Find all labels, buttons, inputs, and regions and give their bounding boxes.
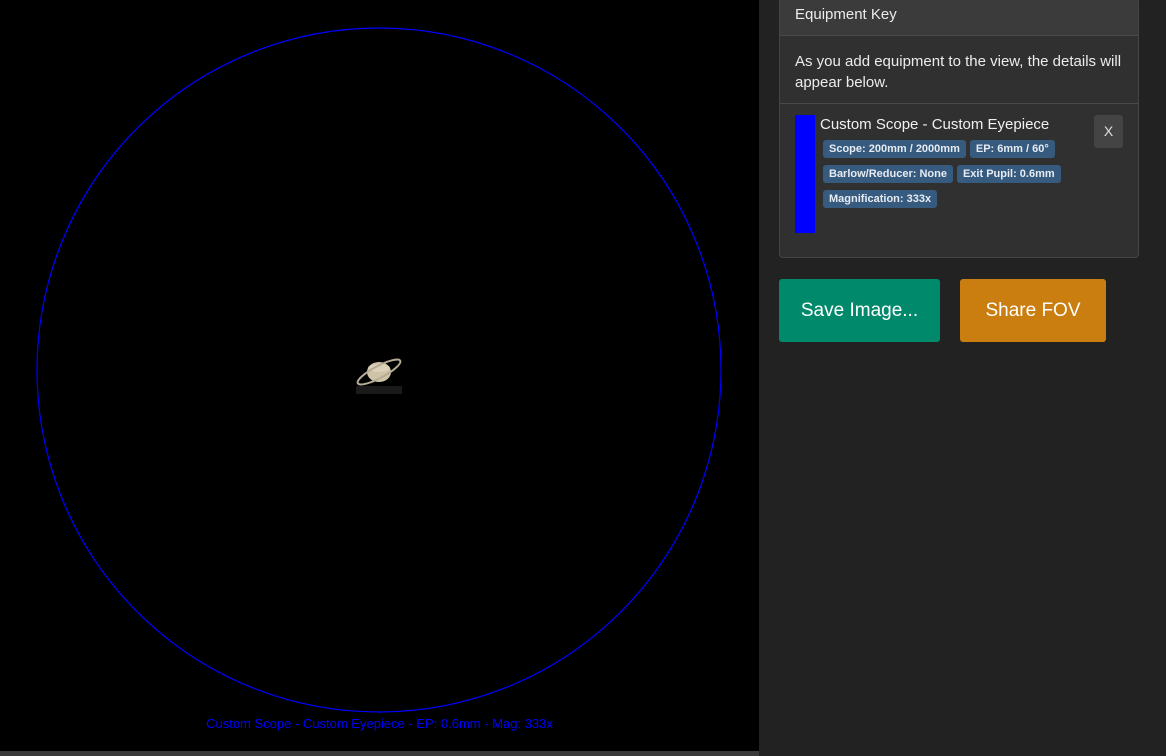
magnification-badge: Magnification: 333x	[823, 190, 938, 208]
equipment-badges: Scope: 200mm / 2000mm EP: 6mm / 60° Barlo…	[823, 139, 1073, 214]
fov-caption: Custom Scope - Custom Eyepiece - EP: 0.6…	[206, 716, 553, 731]
canvas-scrollbar[interactable]	[0, 751, 759, 756]
equipment-color-swatch	[795, 115, 815, 233]
equipment-item: Custom Scope - Custom Eyepiece Scope: 20…	[780, 104, 1138, 244]
scope-badge: Scope: 200mm / 2000mm	[823, 140, 966, 158]
remove-equipment-button[interactable]: X	[1094, 115, 1123, 148]
share-fov-button[interactable]: Share FOV	[960, 279, 1106, 342]
saturn-icon	[356, 358, 402, 394]
fov-view	[36, 27, 722, 713]
equipment-item-name: Custom Scope - Custom Eyepiece	[820, 116, 1050, 133]
equipment-key-title: Equipment Key	[795, 6, 897, 23]
exit-pupil-badge: Exit Pupil: 0.6mm	[956, 165, 1061, 183]
equipment-key-panel: Equipment Key As you add equipment to th…	[779, 0, 1139, 258]
eyepiece-badge: EP: 6mm / 60°	[969, 140, 1055, 158]
save-image-button[interactable]: Save Image...	[779, 279, 940, 342]
barlow-badge: Barlow/Reducer: None	[823, 165, 953, 183]
equipment-key-header: Equipment Key	[780, 0, 1138, 36]
equipment-key-intro: As you add equipment to the view, the de…	[780, 36, 1138, 104]
fov-canvas: Custom Scope - Custom Eyepiece - EP: 0.6…	[0, 0, 759, 751]
